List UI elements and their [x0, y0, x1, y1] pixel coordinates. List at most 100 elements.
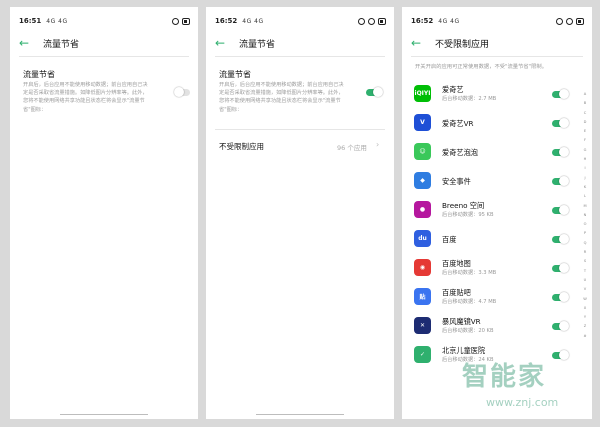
- app-unrestricted-toggle[interactable]: [552, 234, 569, 244]
- app-background-data-usage: 后台移动数据：20 KB: [442, 328, 494, 334]
- app-list-item[interactable]: ◉ 百度地图 后台移动数据：3.3 MB: [402, 255, 592, 283]
- app-unrestricted-toggle[interactable]: [552, 263, 569, 273]
- breeno-space-icon: ●: [414, 201, 431, 218]
- alphabet-index-letter[interactable]: T: [582, 267, 588, 276]
- app-name: 百度贴吧: [442, 288, 471, 297]
- signal-indicator: 4G 4G: [242, 17, 264, 25]
- phone-screen-data-saver-off: 16:51 4G 4G ← 流量节省 流量节省 开启后，后台应用不能使用移动数据…: [10, 7, 198, 419]
- app-unrestricted-toggle[interactable]: [552, 205, 569, 215]
- data-saver-toggle[interactable]: [174, 87, 190, 97]
- alphabet-index-letter[interactable]: S: [582, 257, 588, 266]
- app-unrestricted-toggle[interactable]: [552, 292, 569, 302]
- alphabet-index-letter[interactable]: D: [582, 118, 588, 127]
- alphabet-index-letter[interactable]: Y: [582, 313, 588, 322]
- app-background-data-usage: 后台移动数据：95 KB: [442, 212, 494, 218]
- alarm-icon: [172, 17, 179, 25]
- alphabet-index-letter[interactable]: U: [582, 276, 588, 285]
- app-list-item[interactable]: ● Breeno 空间 后台移动数据：95 KB: [402, 197, 592, 225]
- unrestricted-apps-row[interactable]: 不受限制应用: [219, 141, 264, 152]
- app-list-item[interactable]: ✕ 暴风魔镜VR 后台移动数据：20 KB: [402, 313, 592, 341]
- page-title: 流量节省: [239, 39, 276, 50]
- home-indicator: [256, 414, 344, 415]
- alphabet-index-letter[interactable]: H: [582, 155, 588, 164]
- data-saver-status-icon: [566, 17, 573, 25]
- iqiyi-paopao-icon: ☺: [414, 143, 431, 160]
- app-list-item[interactable]: 贴 百度贴吧后台移动数据：4.7 MB: [402, 284, 592, 312]
- baofeng-vr-icon: ✕: [414, 317, 431, 334]
- data-saver-toggle[interactable]: [366, 87, 383, 97]
- alphabet-index-letter[interactable]: W: [582, 295, 588, 304]
- watermark-url: www.znj.com: [486, 396, 559, 409]
- status-bar: 16:52 4G 4G: [215, 15, 386, 27]
- iqiyi-vr-icon: V: [414, 114, 431, 131]
- alphabet-index-letter[interactable]: Q: [582, 239, 588, 248]
- alphabet-index-letter[interactable]: Z: [582, 322, 588, 331]
- baidu-tieba-icon: 贴: [414, 288, 431, 305]
- app-name: 暴风魔镜VR: [442, 317, 481, 326]
- alphabet-index-letter[interactable]: M: [582, 202, 588, 211]
- app-list-item[interactable]: du 百度: [402, 226, 592, 254]
- alphabet-index-letter[interactable]: V: [582, 285, 588, 294]
- alphabet-index-bar[interactable]: A B C D E F G H I J K L M N O P Q R S T U V W X Y Z #: [582, 90, 588, 341]
- signal-indicator: 4G 4G: [438, 17, 460, 25]
- alphabet-index-letter[interactable]: L: [582, 192, 588, 201]
- app-name: 百度地图: [442, 259, 471, 268]
- alphabet-index-letter[interactable]: B: [582, 99, 588, 108]
- app-name: 安全事件: [442, 177, 471, 186]
- app-unrestricted-toggle[interactable]: [552, 89, 569, 99]
- back-arrow-icon[interactable]: ←: [411, 37, 429, 49]
- battery-icon: [576, 17, 584, 25]
- app-list-item[interactable]: V 爱奇艺VR: [402, 110, 592, 138]
- alphabet-index-letter[interactable]: K: [582, 183, 588, 192]
- status-time: 16:52: [215, 17, 238, 25]
- baidu-icon: du: [414, 230, 431, 247]
- back-arrow-icon[interactable]: ←: [215, 37, 233, 49]
- app-unrestricted-toggle[interactable]: [552, 147, 569, 157]
- app-list-item[interactable]: ☺ 爱奇艺泡泡: [402, 139, 592, 167]
- unrestricted-apps-count: 96 个应用: [337, 144, 367, 152]
- alphabet-index-letter[interactable]: P: [582, 229, 588, 238]
- app-unrestricted-toggle[interactable]: [552, 118, 569, 128]
- app-list-item[interactable]: iQIYI 爱奇艺 后台移动数据：2.7 MB: [402, 81, 592, 109]
- alphabet-index-letter[interactable]: N: [582, 211, 588, 220]
- back-arrow-icon[interactable]: ←: [19, 37, 37, 49]
- app-bar: ← 不受限制应用: [411, 36, 584, 50]
- alphabet-index-letter[interactable]: R: [582, 248, 588, 257]
- alphabet-index-letter[interactable]: O: [582, 220, 588, 229]
- app-unrestricted-toggle[interactable]: [552, 321, 569, 331]
- data-saver-label: 流量节省: [219, 70, 251, 79]
- alphabet-index-letter[interactable]: #: [582, 332, 588, 341]
- home-indicator: [60, 414, 148, 415]
- data-saver-description: 开启后，后台应用不能使用移动数据；前台应用自己决定是否采取省流量措施。如降低图片…: [23, 82, 148, 113]
- status-time: 16:52: [411, 17, 434, 25]
- app-bar: ← 流量节省: [215, 36, 386, 50]
- page-title: 流量节省: [43, 39, 80, 50]
- app-unrestricted-toggle[interactable]: [552, 350, 569, 360]
- app-name: 爱奇艺泡泡: [442, 148, 478, 157]
- status-time: 16:51: [19, 17, 42, 25]
- alphabet-index-letter[interactable]: F: [582, 136, 588, 145]
- alphabet-index-letter[interactable]: I: [582, 164, 588, 173]
- watermark-logo: 智能家: [462, 362, 547, 392]
- alarm-icon: [556, 17, 563, 25]
- alphabet-index-letter[interactable]: A: [582, 90, 588, 99]
- alphabet-index-letter[interactable]: E: [582, 127, 588, 136]
- data-saver-label: 流量节省: [23, 70, 55, 79]
- app-name: 百度: [442, 235, 457, 244]
- app-background-data-usage: 后台移动数据：4.7 MB: [442, 299, 497, 305]
- alphabet-index-letter[interactable]: G: [582, 146, 588, 155]
- app-background-data-usage: 后台移动数据：3.3 MB: [442, 270, 497, 276]
- screenshot-stage: 16:51 4G 4G ← 流量节省 流量节省 开启后，后台应用不能使用移动数据…: [0, 0, 600, 427]
- app-bar: ← 流量节省: [19, 36, 190, 50]
- alphabet-index-letter[interactable]: C: [582, 109, 588, 118]
- data-saver-status-icon: [368, 17, 375, 25]
- app-background-data-usage: 后台移动数据：2.7 MB: [442, 96, 497, 102]
- header-divider: [215, 56, 385, 57]
- app-list-item[interactable]: ◆ 安全事件: [402, 168, 592, 196]
- app-unrestricted-toggle[interactable]: [552, 176, 569, 186]
- alphabet-index-letter[interactable]: X: [582, 304, 588, 313]
- status-bar: 16:51 4G 4G: [19, 15, 190, 27]
- phone-screen-data-saver-on: 16:52 4G 4G ← 流量节省 流量节省 开启后，后台应用不能使用移动数据…: [206, 7, 394, 419]
- alphabet-index-letter[interactable]: J: [582, 174, 588, 183]
- header-divider: [411, 56, 583, 57]
